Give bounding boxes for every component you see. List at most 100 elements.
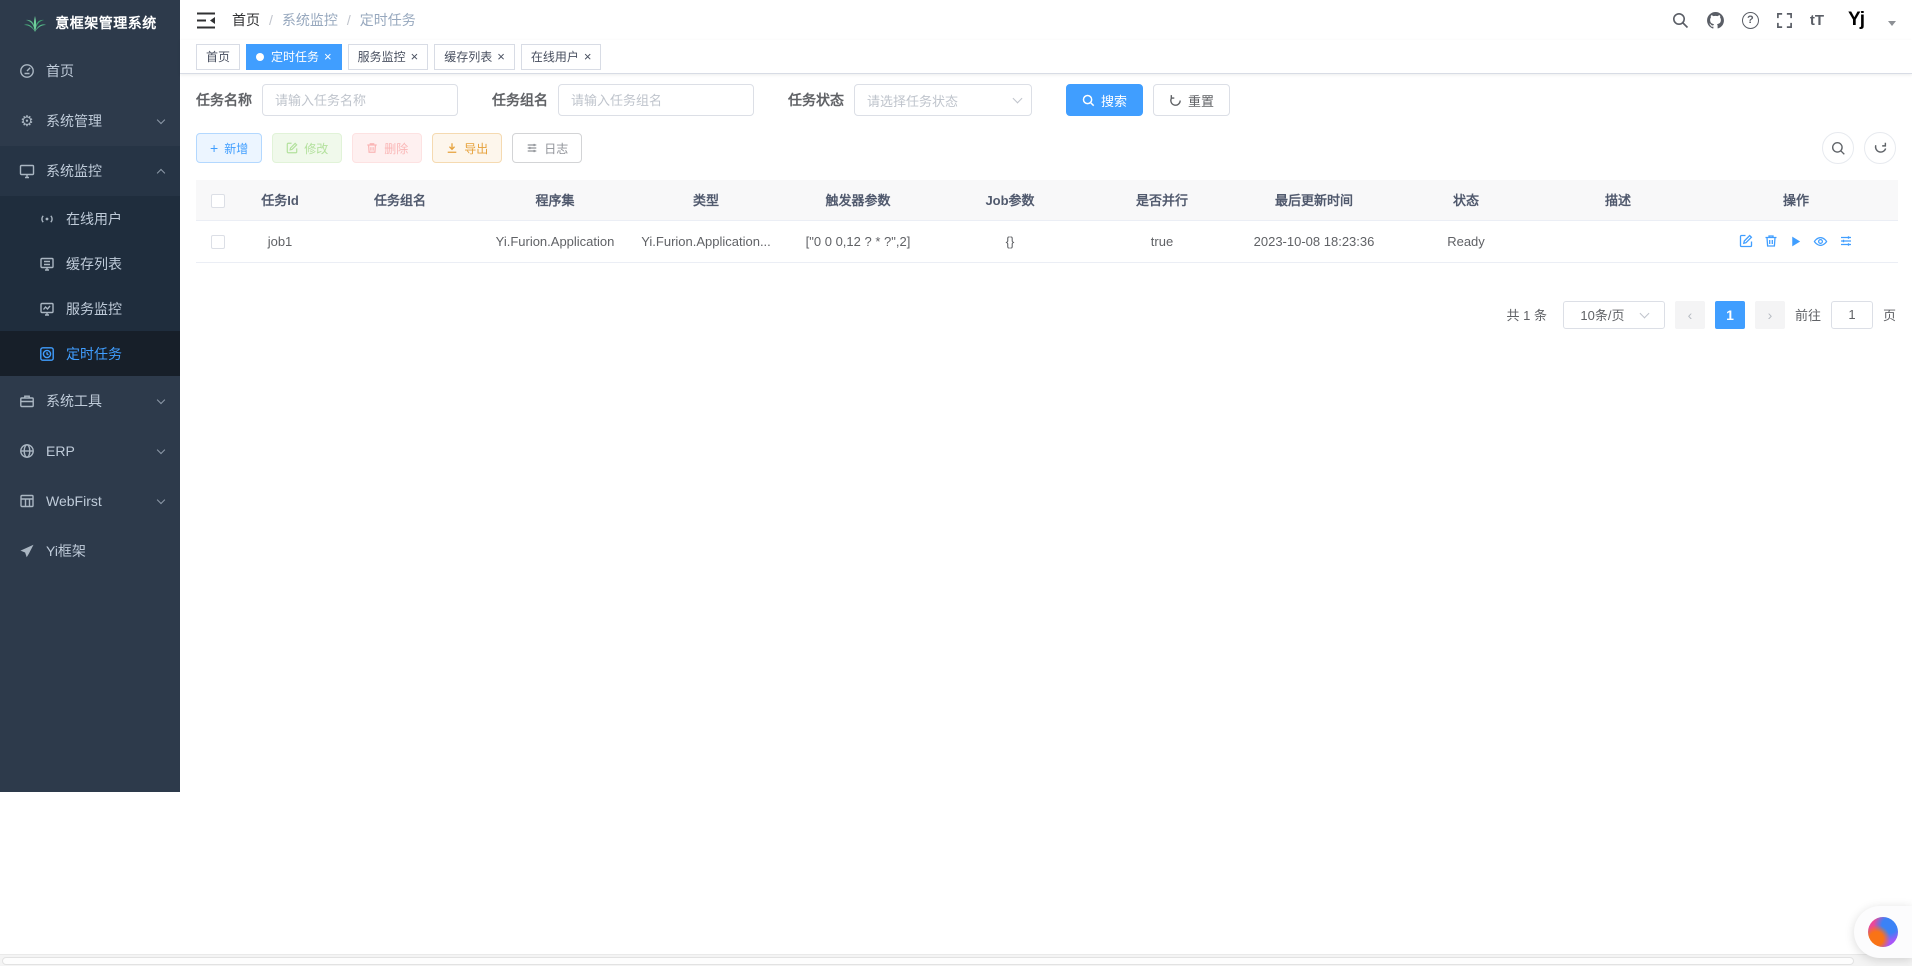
schedule-task-icon bbox=[38, 346, 56, 362]
sidebar-item-online-users[interactable]: 在线用户 bbox=[0, 196, 180, 241]
help-icon[interactable]: ? bbox=[1742, 12, 1759, 29]
sidebar-collapse-icon[interactable] bbox=[196, 12, 216, 29]
sidebar-item-label: Yi框架 bbox=[46, 541, 164, 561]
run-row-icon[interactable] bbox=[1789, 235, 1802, 248]
cell-description bbox=[1542, 220, 1694, 262]
next-page-button[interactable]: › bbox=[1755, 301, 1785, 329]
tab-service-monitor[interactable]: 服务监控 × bbox=[348, 44, 429, 70]
col-assembly: 程序集 bbox=[480, 180, 630, 220]
chevron-down-icon bbox=[157, 115, 165, 123]
tab-schedule-task[interactable]: 定时任务 × bbox=[246, 44, 342, 70]
gear-icon: ⚙ bbox=[18, 112, 36, 130]
col-task-group: 任务组名 bbox=[320, 180, 480, 220]
app-logo[interactable]: 意框架管理系统 bbox=[0, 0, 180, 46]
tab-home[interactable]: 首页 bbox=[196, 44, 240, 70]
chevron-down-icon bbox=[157, 445, 165, 453]
app-title: 意框架管理系统 bbox=[55, 13, 157, 33]
sidebar-submenu-system-monitor: 在线用户 缓存列表 服务监控 bbox=[0, 196, 180, 376]
table-tools bbox=[1822, 132, 1896, 164]
cell-job-params: {} bbox=[934, 220, 1086, 262]
delete-row-icon[interactable] bbox=[1764, 234, 1778, 248]
sidebar-item-system-monitor[interactable]: 系统监控 bbox=[0, 146, 180, 196]
cache-list-icon bbox=[38, 256, 56, 272]
chevron-down-icon[interactable] bbox=[1888, 21, 1896, 26]
goto-page-input[interactable] bbox=[1831, 301, 1873, 329]
font-size-icon[interactable]: tT bbox=[1810, 12, 1824, 29]
show-search-toggle-button[interactable] bbox=[1822, 132, 1854, 164]
search-icon[interactable] bbox=[1672, 12, 1689, 29]
page-content: 任务名称 任务组名 任务状态 请选择任务状态 bbox=[180, 74, 1912, 792]
sidebar-item-label: WebFirst bbox=[46, 493, 148, 509]
close-icon[interactable]: × bbox=[584, 50, 592, 63]
sidebar-item-schedule-task[interactable]: 定时任务 bbox=[0, 331, 180, 376]
row-log-icon[interactable] bbox=[1839, 234, 1853, 248]
cell-assembly: Yi.Furion.Application bbox=[480, 220, 630, 262]
sidebar-item-system-tools[interactable]: 系统工具 bbox=[0, 376, 180, 426]
export-button[interactable]: 导出 bbox=[432, 133, 502, 163]
delete-button[interactable]: 删除 bbox=[352, 133, 422, 163]
sidebar-item-service-monitor[interactable]: 服务监控 bbox=[0, 286, 180, 331]
prev-page-button[interactable]: ‹ bbox=[1675, 301, 1705, 329]
row-checkbox[interactable] bbox=[211, 235, 225, 249]
toolbox-icon bbox=[18, 393, 36, 409]
fullscreen-icon[interactable] bbox=[1776, 12, 1793, 29]
cell-concurrent: true bbox=[1086, 220, 1238, 262]
sidebar-item-label: 定时任务 bbox=[66, 344, 164, 364]
pagination-total: 共 1 条 bbox=[1507, 305, 1547, 324]
sidebar-item-system-management[interactable]: ⚙ 系统管理 bbox=[0, 96, 180, 146]
log-button[interactable]: 日志 bbox=[512, 133, 582, 163]
reset-button[interactable]: 重置 bbox=[1153, 84, 1230, 116]
view-row-icon[interactable] bbox=[1813, 234, 1828, 249]
sidebar-item-yi-framework[interactable]: Yi框架 bbox=[0, 526, 180, 576]
tasks-table: 任务Id 任务组名 程序集 类型 触发器参数 Job参数 是否并行 最后更新时间… bbox=[196, 180, 1898, 263]
close-icon[interactable]: × bbox=[324, 50, 332, 63]
monitor-icon bbox=[18, 163, 36, 179]
edit-button[interactable]: 修改 bbox=[272, 133, 342, 163]
breadcrumb-current: 定时任务 bbox=[360, 10, 416, 30]
page-unit-label: 页 bbox=[1883, 305, 1896, 324]
col-type: 类型 bbox=[630, 180, 782, 220]
sidebar-item-erp[interactable]: ERP bbox=[0, 426, 180, 476]
breadcrumb-home[interactable]: 首页 bbox=[232, 10, 260, 30]
horizontal-scrollbar[interactable] bbox=[0, 954, 1912, 966]
page-size-select[interactable]: 10条/页 bbox=[1563, 301, 1665, 329]
grid-icon bbox=[18, 493, 36, 509]
task-name-input[interactable] bbox=[262, 84, 458, 116]
close-icon[interactable]: × bbox=[497, 50, 505, 63]
avatar[interactable]: Yj bbox=[1841, 5, 1871, 35]
sidebar-menu: 首页 ⚙ 系统管理 系统监控 bbox=[0, 46, 180, 576]
close-icon[interactable]: × bbox=[411, 50, 419, 63]
paper-plane-icon bbox=[18, 543, 36, 559]
github-icon[interactable] bbox=[1706, 11, 1725, 30]
col-concurrent: 是否并行 bbox=[1086, 180, 1238, 220]
refresh-button[interactable] bbox=[1864, 132, 1896, 164]
tag-views-bar: 首页 定时任务 × 服务监控 × 缓存列表 × 在线用户 × bbox=[180, 40, 1912, 74]
task-status-select[interactable]: 请选择任务状态 bbox=[854, 84, 1032, 116]
add-button[interactable]: + 新增 bbox=[196, 133, 262, 163]
tab-online-users[interactable]: 在线用户 × bbox=[521, 44, 602, 70]
task-name-label: 任务名称 bbox=[196, 90, 252, 110]
topbar-actions: ? tT Yj bbox=[1672, 5, 1896, 35]
task-group-input[interactable] bbox=[558, 84, 754, 116]
table-row[interactable]: job1 Yi.Furion.Application Yi.Furion.App… bbox=[196, 220, 1898, 262]
assistant-extension-button[interactable] bbox=[1854, 906, 1912, 958]
leaf-logo-icon bbox=[23, 12, 47, 34]
col-operations: 操作 bbox=[1694, 180, 1898, 220]
edit-row-icon[interactable] bbox=[1739, 234, 1753, 248]
cell-task-group bbox=[320, 220, 480, 262]
cell-trigger-params: ["0 0 0,12 ? * ?",2] bbox=[782, 220, 934, 262]
sidebar-item-webfirst[interactable]: WebFirst bbox=[0, 476, 180, 526]
horizontal-scrollbar-thumb[interactable] bbox=[2, 957, 1854, 965]
app-layout: 意框架管理系统 首页 ⚙ 系统管理 bbox=[0, 0, 1912, 792]
search-button[interactable]: 搜索 bbox=[1066, 84, 1143, 116]
sidebar-item-label: 系统监控 bbox=[46, 161, 148, 181]
dashboard-icon bbox=[18, 63, 36, 79]
goto-label: 前往 bbox=[1795, 305, 1821, 324]
breadcrumb-system-monitor[interactable]: 系统监控 bbox=[282, 10, 338, 30]
sidebar-item-cache-list[interactable]: 缓存列表 bbox=[0, 241, 180, 286]
page-1-button[interactable]: 1 bbox=[1715, 301, 1745, 329]
breadcrumb-separator: / bbox=[269, 12, 273, 28]
sidebar-item-home[interactable]: 首页 bbox=[0, 46, 180, 96]
tab-cache-list[interactable]: 缓存列表 × bbox=[434, 44, 515, 70]
select-all-checkbox[interactable] bbox=[211, 194, 225, 208]
